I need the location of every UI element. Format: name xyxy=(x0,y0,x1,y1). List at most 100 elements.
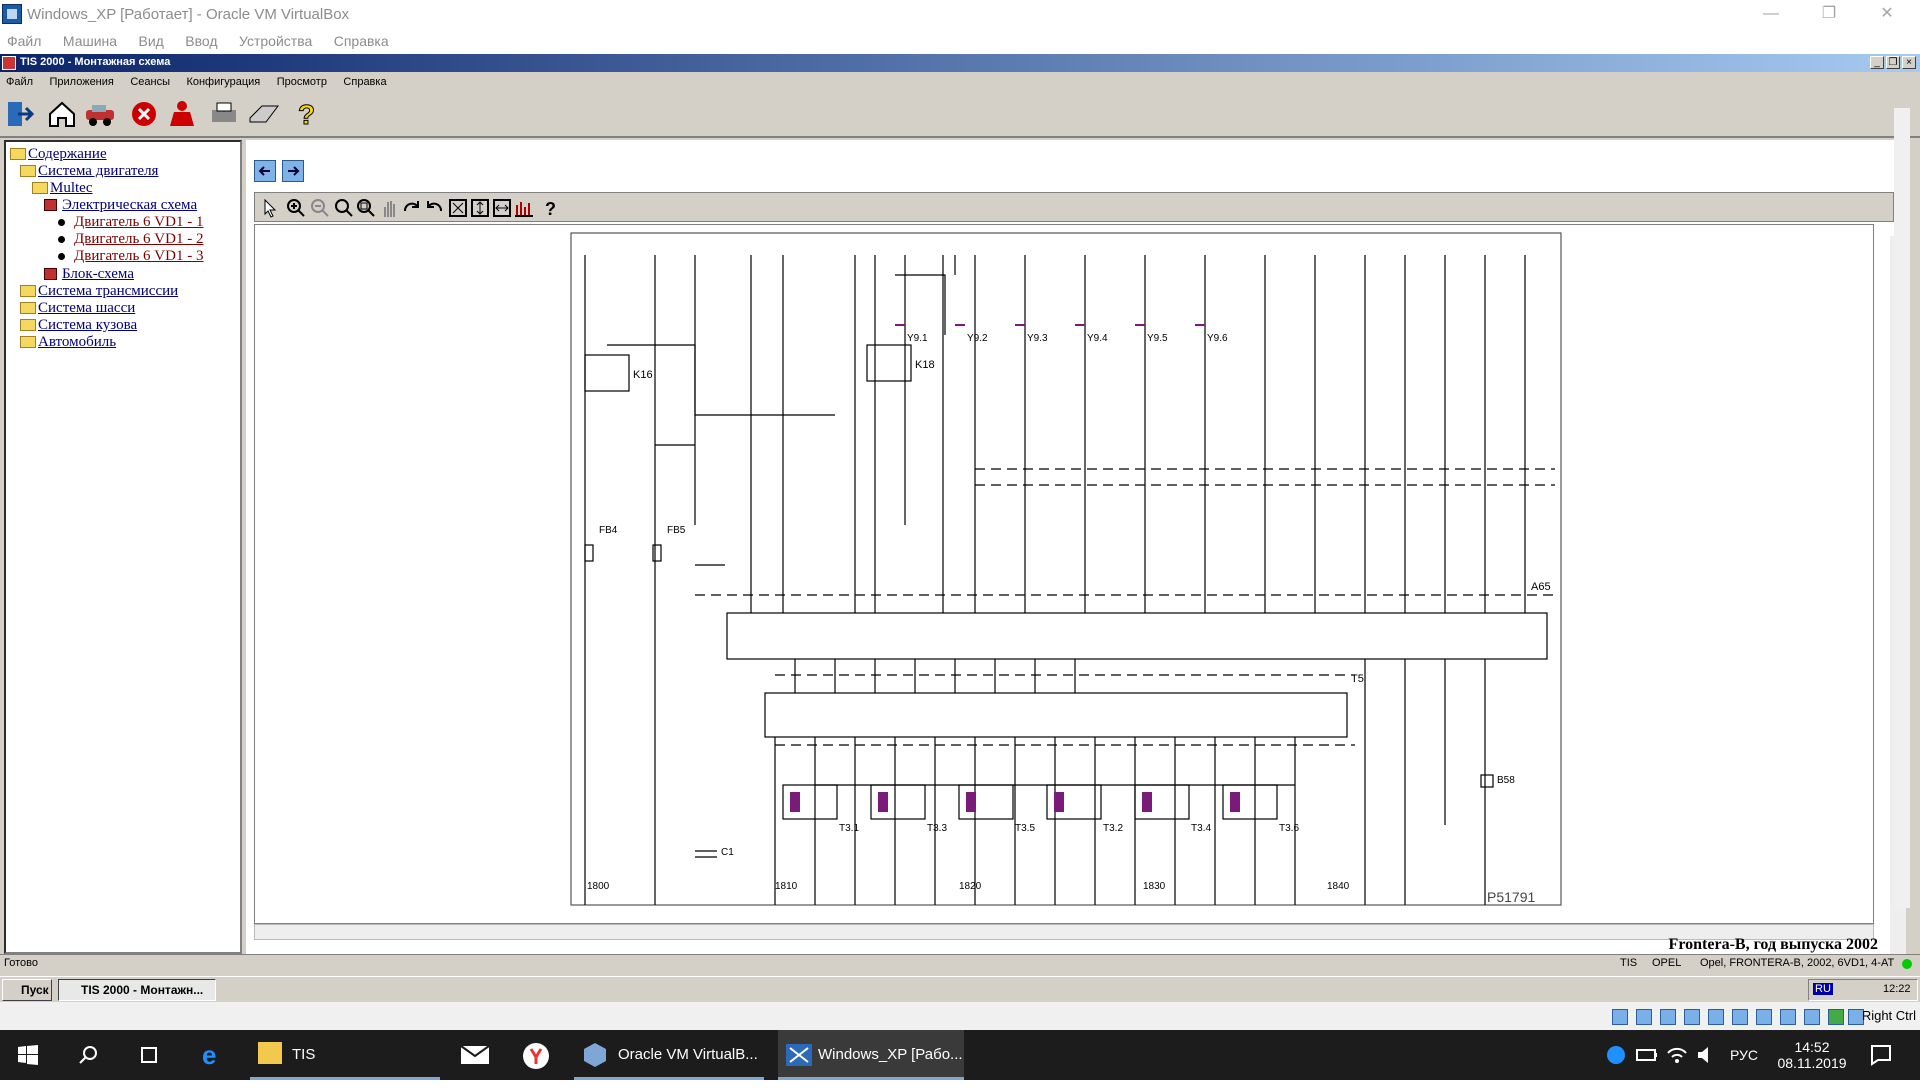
search-icon[interactable] xyxy=(78,1045,98,1065)
tree-item-contents[interactable]: Содержание xyxy=(28,146,107,163)
pan-hand-icon[interactable] xyxy=(379,197,401,219)
vbox-menu-devices[interactable]: Устройства xyxy=(239,33,312,49)
volume-icon[interactable] xyxy=(1696,1045,1718,1065)
hdd-icon[interactable] xyxy=(1612,1009,1628,1025)
folder-open-icon xyxy=(20,165,36,177)
pointer-icon[interactable] xyxy=(259,197,281,219)
help-icon[interactable]: ? xyxy=(290,98,322,131)
person-icon[interactable] xyxy=(166,98,198,130)
mail-icon[interactable] xyxy=(460,1044,490,1066)
taskbar-item-windows-xp[interactable]: Windows_XP [Рабо... xyxy=(818,1030,963,1080)
fit-page-icon[interactable] xyxy=(447,197,469,219)
tree-item-multec[interactable]: Multec xyxy=(50,180,93,197)
coil-label: T3.2 xyxy=(1103,823,1124,834)
exit-icon[interactable] xyxy=(4,98,36,130)
xp-task-tis[interactable]: TIS 2000 - Монтажн... xyxy=(58,979,216,1001)
tree-item-engine-system[interactable]: Система двигателя xyxy=(38,163,158,180)
stop-icon[interactable] xyxy=(128,98,160,130)
tree-item-engine-3[interactable]: Двигатель 6 VD1 - 3 xyxy=(74,248,203,265)
tis-menu-config[interactable]: Конфигурация xyxy=(186,76,260,88)
tree-item-chassis[interactable]: Система шасси xyxy=(38,300,135,317)
restore-button[interactable]: ❐ xyxy=(1806,0,1852,30)
taskbar-item-tis[interactable]: TIS xyxy=(292,1030,315,1080)
virtualbox-taskbar-icon[interactable] xyxy=(582,1042,608,1068)
tis-minimize-button[interactable]: _ xyxy=(1870,56,1884,69)
audio-icon[interactable] xyxy=(1660,1009,1676,1025)
tis-menu-help[interactable]: Справка xyxy=(343,76,386,88)
close-button[interactable]: ✕ xyxy=(1864,0,1910,30)
notifications-icon[interactable] xyxy=(1870,1044,1892,1066)
tis-menu-apps[interactable]: Приложения xyxy=(50,76,114,88)
tree-item-transmission[interactable]: Система трансмиссии xyxy=(38,283,178,300)
battery-icon[interactable] xyxy=(1636,1046,1658,1064)
edge-icon[interactable]: e xyxy=(200,1042,226,1068)
redo-icon[interactable] xyxy=(401,197,423,219)
tis-window-title: TIS 2000 - Монтажная схема xyxy=(20,56,171,68)
help-icon[interactable]: ? xyxy=(539,197,561,219)
zoom-in-icon[interactable] xyxy=(285,197,307,219)
zoom-window-icon[interactable] xyxy=(355,197,377,219)
tree-item-automobile[interactable]: Автомобиль xyxy=(38,334,116,351)
tis-menu-file[interactable]: Файл xyxy=(6,76,33,88)
relay-label: K16 xyxy=(633,369,653,381)
vbox-menu-machine[interactable]: Машина xyxy=(63,33,117,49)
module-label: T5 xyxy=(1351,673,1364,685)
keyboard-icon[interactable] xyxy=(248,98,280,130)
xp-taskbar: Пуск TIS 2000 - Монтажн... RU 12:22 xyxy=(0,976,1920,1002)
layers-icon[interactable] xyxy=(513,197,535,219)
vbox-menu-bar: Файл Машина Вид Ввод Устройства Справка xyxy=(0,30,1920,54)
usb-icon[interactable] xyxy=(1708,1009,1724,1025)
zoom-out-icon[interactable] xyxy=(309,197,331,219)
task-view-icon[interactable] xyxy=(138,1045,160,1065)
home-icon[interactable] xyxy=(46,98,78,130)
bullet-icon xyxy=(58,253,65,260)
windows-xp-vm-icon[interactable] xyxy=(784,1042,814,1068)
print-icon[interactable] xyxy=(208,98,240,130)
xp-start-button[interactable]: Пуск xyxy=(2,979,52,1001)
vbox-menu-file[interactable]: Файл xyxy=(7,33,41,49)
folder-icon[interactable] xyxy=(258,1042,282,1064)
wiring-diagram-canvas[interactable]: A65 T5 K16 K18 FB4 FB5 Y9.1 Y9.2 Y9.3 Y9… xyxy=(254,224,1874,924)
tree-item-engine-2[interactable]: Двигатель 6 VD1 - 2 xyxy=(74,231,203,248)
tis-menu-sessions[interactable]: Сеансы xyxy=(130,76,170,88)
coil-label: T3.3 xyxy=(927,823,948,834)
fit-width-icon[interactable] xyxy=(491,197,513,219)
forward-button[interactable] xyxy=(282,160,304,182)
vbox-menu-help[interactable]: Справка xyxy=(334,33,389,49)
tis-close-button[interactable]: × xyxy=(1902,56,1916,69)
undo-icon[interactable] xyxy=(423,197,445,219)
tree-item-body[interactable]: Система кузова xyxy=(38,317,137,334)
optical-icon[interactable] xyxy=(1636,1009,1652,1025)
tree-item-electric-scheme[interactable]: Электрическая схема xyxy=(62,197,197,214)
vehicle-icon[interactable] xyxy=(84,98,116,130)
yandex-browser-icon[interactable] xyxy=(522,1042,550,1070)
zoom-icon[interactable] xyxy=(333,197,355,219)
ruler-label: 1810 xyxy=(775,881,798,892)
host-key: Right Ctrl xyxy=(1861,1008,1916,1023)
fuse-label: FB5 xyxy=(667,525,686,536)
tis-restore-button[interactable]: ❐ xyxy=(1886,56,1900,69)
back-button[interactable] xyxy=(254,160,276,182)
contents-tree: Содержание Система двигателя Multec Элек… xyxy=(4,140,242,954)
xp-language[interactable]: RU xyxy=(1813,983,1833,995)
outer-vertical-scrollbar[interactable] xyxy=(1894,108,1910,908)
tree-item-block-scheme[interactable]: Блок-схема xyxy=(62,266,134,283)
book-icon xyxy=(44,199,57,211)
shared-folder-icon[interactable] xyxy=(1732,1009,1748,1025)
win10-language[interactable]: РУС xyxy=(1730,1030,1758,1080)
tis-menu-view[interactable]: Просмотр xyxy=(277,76,327,88)
edge-tray-icon[interactable] xyxy=(1606,1045,1626,1065)
display-icon[interactable] xyxy=(1756,1009,1772,1025)
ruler-label: 1830 xyxy=(1143,881,1166,892)
windows-start-icon[interactable] xyxy=(18,1045,38,1065)
win10-taskbar: e TIS Oracle VM VirtualB... Windows_XP [… xyxy=(0,1030,1920,1080)
vbox-menu-input[interactable]: Ввод xyxy=(185,33,217,49)
vbox-menu-view[interactable]: Вид xyxy=(139,33,164,49)
horizontal-scrollbar[interactable] xyxy=(254,924,1874,940)
wifi-icon[interactable] xyxy=(1666,1045,1688,1065)
minimize-button[interactable]: — xyxy=(1748,0,1794,30)
tree-item-engine-1[interactable]: Двигатель 6 VD1 - 1 xyxy=(74,214,203,231)
network-icon[interactable] xyxy=(1684,1009,1700,1025)
fit-height-icon[interactable] xyxy=(469,197,491,219)
taskbar-item-virtualbox[interactable]: Oracle VM VirtualB... xyxy=(618,1030,758,1080)
